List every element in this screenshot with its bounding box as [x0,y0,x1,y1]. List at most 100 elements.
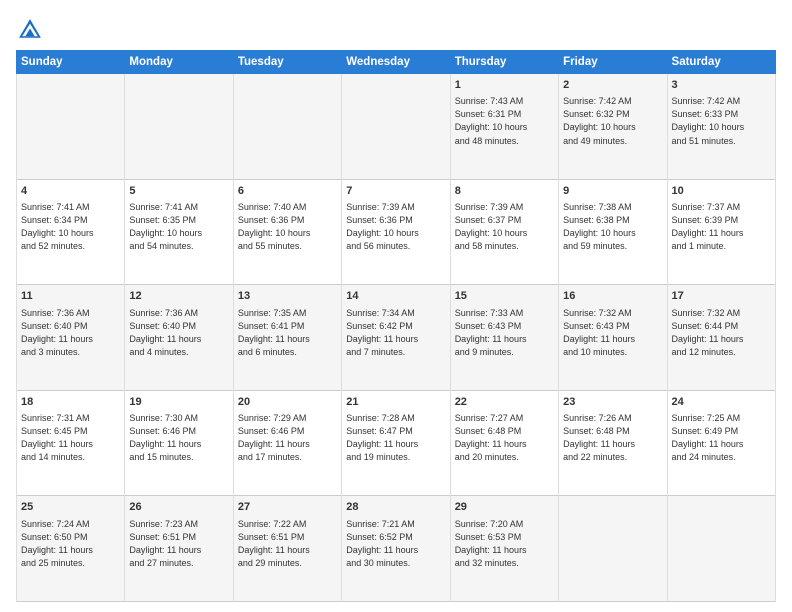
week-row-0: 1 Sunrise: 7:43 AM Sunset: 6:31 PM Daylig… [17,74,776,180]
day-number: 23 [563,395,662,410]
calendar-cell: 10 Sunrise: 7:37 AM Sunset: 6:39 PM Dayli… [667,179,775,285]
calendar-cell: 27 Sunrise: 7:22 AM Sunset: 6:51 PM Dayli… [233,496,341,602]
day-info: Sunrise: 7:28 AM Sunset: 6:47 PM Dayligh… [346,412,445,464]
day-number: 11 [21,289,120,304]
day-number: 1 [455,78,554,93]
day-number: 20 [238,395,337,410]
calendar-cell: 13 Sunrise: 7:35 AM Sunset: 6:41 PM Dayli… [233,285,341,391]
calendar-cell: 14 Sunrise: 7:34 AM Sunset: 6:42 PM Dayli… [342,285,450,391]
day-number: 9 [563,184,662,199]
day-number: 14 [346,289,445,304]
day-info: Sunrise: 7:23 AM Sunset: 6:51 PM Dayligh… [129,518,228,570]
calendar-cell [342,74,450,180]
day-info: Sunrise: 7:24 AM Sunset: 6:50 PM Dayligh… [21,518,120,570]
day-number: 25 [21,500,120,515]
day-info: Sunrise: 7:25 AM Sunset: 6:49 PM Dayligh… [672,412,771,464]
calendar-cell: 15 Sunrise: 7:33 AM Sunset: 6:43 PM Dayli… [450,285,558,391]
day-number: 15 [455,289,554,304]
day-info: Sunrise: 7:43 AM Sunset: 6:31 PM Dayligh… [455,95,554,147]
calendar-cell: 3 Sunrise: 7:42 AM Sunset: 6:33 PM Daylig… [667,74,775,180]
header-cell-saturday: Saturday [667,51,775,74]
day-info: Sunrise: 7:33 AM Sunset: 6:43 PM Dayligh… [455,307,554,359]
day-number: 24 [672,395,771,410]
day-info: Sunrise: 7:36 AM Sunset: 6:40 PM Dayligh… [21,307,120,359]
day-number: 10 [672,184,771,199]
header [16,16,776,44]
calendar-cell: 11 Sunrise: 7:36 AM Sunset: 6:40 PM Dayli… [17,285,125,391]
calendar-table: SundayMondayTuesdayWednesdayThursdayFrid… [16,50,776,602]
calendar-cell: 8 Sunrise: 7:39 AM Sunset: 6:37 PM Daylig… [450,179,558,285]
calendar-cell [233,74,341,180]
logo [16,16,48,44]
page-container: SundayMondayTuesdayWednesdayThursdayFrid… [0,0,792,612]
calendar-cell: 28 Sunrise: 7:21 AM Sunset: 6:52 PM Dayli… [342,496,450,602]
calendar-cell: 20 Sunrise: 7:29 AM Sunset: 6:46 PM Dayli… [233,390,341,496]
calendar-cell: 6 Sunrise: 7:40 AM Sunset: 6:36 PM Daylig… [233,179,341,285]
calendar-cell [125,74,233,180]
day-number: 6 [238,184,337,199]
day-info: Sunrise: 7:37 AM Sunset: 6:39 PM Dayligh… [672,201,771,253]
day-info: Sunrise: 7:34 AM Sunset: 6:42 PM Dayligh… [346,307,445,359]
day-info: Sunrise: 7:41 AM Sunset: 6:35 PM Dayligh… [129,201,228,253]
calendar-body: 1 Sunrise: 7:43 AM Sunset: 6:31 PM Daylig… [17,74,776,602]
day-info: Sunrise: 7:38 AM Sunset: 6:38 PM Dayligh… [563,201,662,253]
day-info: Sunrise: 7:40 AM Sunset: 6:36 PM Dayligh… [238,201,337,253]
day-number: 13 [238,289,337,304]
day-info: Sunrise: 7:35 AM Sunset: 6:41 PM Dayligh… [238,307,337,359]
day-number: 12 [129,289,228,304]
day-info: Sunrise: 7:22 AM Sunset: 6:51 PM Dayligh… [238,518,337,570]
calendar-cell: 29 Sunrise: 7:20 AM Sunset: 6:53 PM Dayli… [450,496,558,602]
day-number: 21 [346,395,445,410]
day-info: Sunrise: 7:20 AM Sunset: 6:53 PM Dayligh… [455,518,554,570]
calendar-cell: 5 Sunrise: 7:41 AM Sunset: 6:35 PM Daylig… [125,179,233,285]
day-info: Sunrise: 7:21 AM Sunset: 6:52 PM Dayligh… [346,518,445,570]
day-number: 18 [21,395,120,410]
day-info: Sunrise: 7:29 AM Sunset: 6:46 PM Dayligh… [238,412,337,464]
day-number: 29 [455,500,554,515]
week-row-1: 4 Sunrise: 7:41 AM Sunset: 6:34 PM Daylig… [17,179,776,285]
calendar-cell: 1 Sunrise: 7:43 AM Sunset: 6:31 PM Daylig… [450,74,558,180]
day-number: 19 [129,395,228,410]
calendar-cell: 21 Sunrise: 7:28 AM Sunset: 6:47 PM Dayli… [342,390,450,496]
header-row: SundayMondayTuesdayWednesdayThursdayFrid… [17,51,776,74]
calendar-cell: 25 Sunrise: 7:24 AM Sunset: 6:50 PM Dayli… [17,496,125,602]
day-info: Sunrise: 7:27 AM Sunset: 6:48 PM Dayligh… [455,412,554,464]
header-cell-thursday: Thursday [450,51,558,74]
day-number: 26 [129,500,228,515]
calendar-cell: 7Sunrise: 7:39 AM Sunset: 6:36 PM Daylig… [342,179,450,285]
header-cell-sunday: Sunday [17,51,125,74]
day-info: Sunrise: 7:26 AM Sunset: 6:48 PM Dayligh… [563,412,662,464]
day-info: Sunrise: 7:31 AM Sunset: 6:45 PM Dayligh… [21,412,120,464]
calendar-cell: 2Sunrise: 7:42 AM Sunset: 6:32 PM Daylig… [559,74,667,180]
day-number: 3 [672,78,771,93]
calendar-cell: 16Sunrise: 7:32 AM Sunset: 6:43 PM Dayli… [559,285,667,391]
day-number: 28 [346,500,445,515]
day-number: 5 [129,184,228,199]
logo-icon [16,16,44,44]
day-number: 17 [672,289,771,304]
calendar-cell: 9 Sunrise: 7:38 AM Sunset: 6:38 PM Daylig… [559,179,667,285]
calendar-cell [17,74,125,180]
day-info: Sunrise: 7:42 AM Sunset: 6:33 PM Dayligh… [672,95,771,147]
day-number: 4 [21,184,120,199]
day-number: 27 [238,500,337,515]
day-info: Sunrise: 7:39 AM Sunset: 6:36 PM Dayligh… [346,201,445,253]
calendar-cell: 24 Sunrise: 7:25 AM Sunset: 6:49 PM Dayli… [667,390,775,496]
calendar-cell: 12Sunrise: 7:36 AM Sunset: 6:40 PM Dayli… [125,285,233,391]
day-info: Sunrise: 7:41 AM Sunset: 6:34 PM Dayligh… [21,201,120,253]
calendar-cell [559,496,667,602]
day-info: Sunrise: 7:30 AM Sunset: 6:46 PM Dayligh… [129,412,228,464]
day-number: 2 [563,78,662,93]
day-number: 8 [455,184,554,199]
calendar-header: SundayMondayTuesdayWednesdayThursdayFrid… [17,51,776,74]
day-info: Sunrise: 7:39 AM Sunset: 6:37 PM Dayligh… [455,201,554,253]
day-info: Sunrise: 7:32 AM Sunset: 6:43 PM Dayligh… [563,307,662,359]
header-cell-wednesday: Wednesday [342,51,450,74]
week-row-2: 11 Sunrise: 7:36 AM Sunset: 6:40 PM Dayli… [17,285,776,391]
calendar-cell: 18 Sunrise: 7:31 AM Sunset: 6:45 PM Dayli… [17,390,125,496]
calendar-cell: 4 Sunrise: 7:41 AM Sunset: 6:34 PM Daylig… [17,179,125,285]
calendar-cell: 19 Sunrise: 7:30 AM Sunset: 6:46 PM Dayli… [125,390,233,496]
calendar-cell: 17Sunrise: 7:32 AM Sunset: 6:44 PM Dayli… [667,285,775,391]
day-number: 22 [455,395,554,410]
header-cell-monday: Monday [125,51,233,74]
